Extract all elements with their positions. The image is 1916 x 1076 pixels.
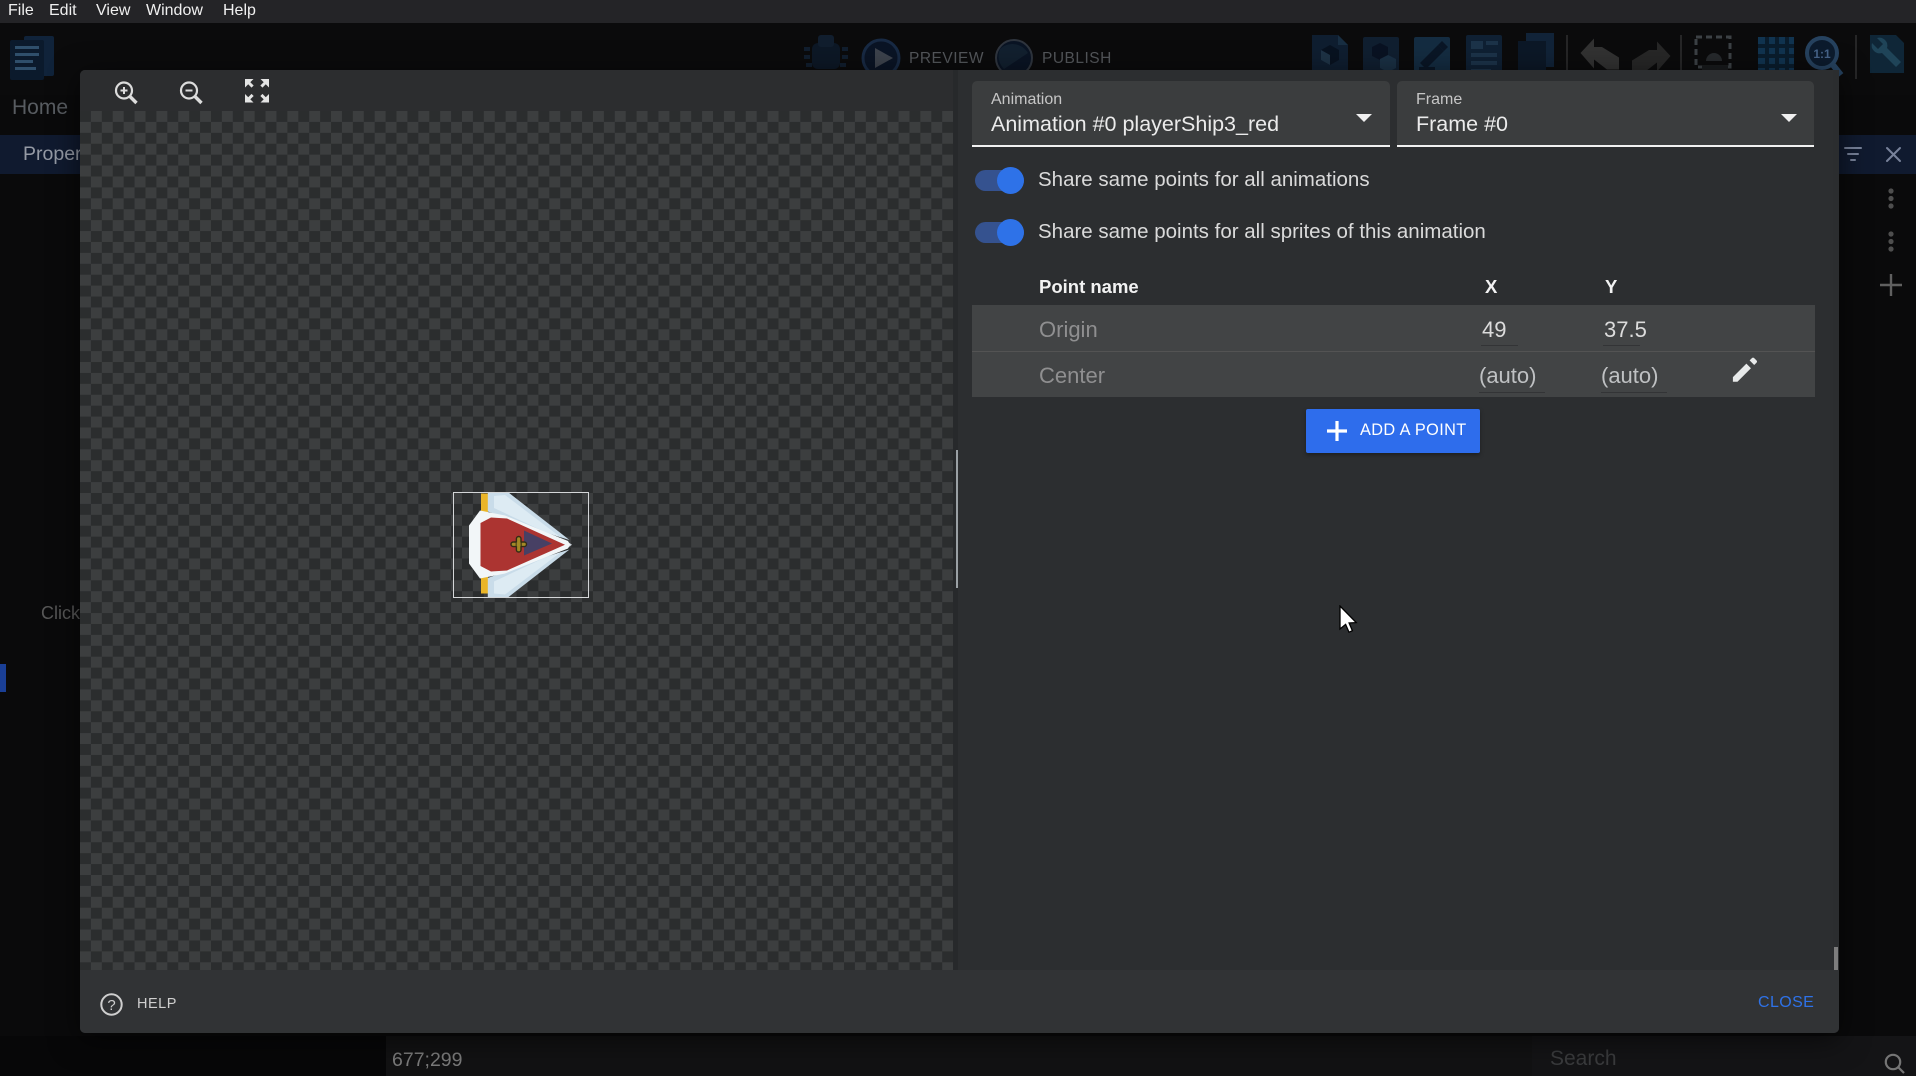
svg-text:1:1: 1:1 xyxy=(1813,47,1831,61)
svg-text:?: ? xyxy=(107,997,115,1014)
